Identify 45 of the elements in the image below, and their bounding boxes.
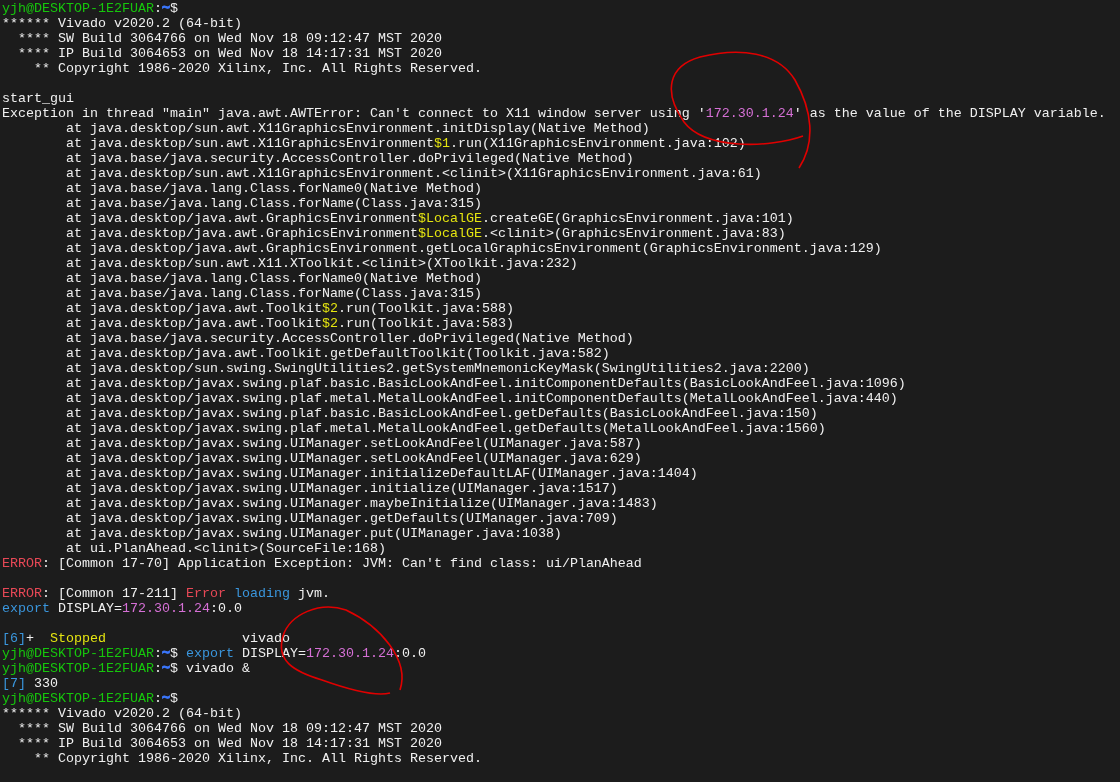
- terminal-line: ****** Vivado v2020.2 (64-bit): [2, 16, 242, 31]
- terminal-line: at java.desktop/javax.swing.UIManager.initialize(UIManager.java:1517): [65, 481, 618, 496]
- terminal-line: at java.base/java.lang.Class.forName(Class.java:315): [65, 286, 482, 301]
- terminal-line: ** Copyright 1986-2020 Xilinx, Inc. All Rights Reserved.: [33, 751, 482, 766]
- terminal-line: [7] 330: [2, 676, 58, 691]
- terminal-line: at java.desktop/javax.swing.UIManager.put(UIManager.java:1038): [65, 526, 562, 541]
- terminal-line: at java.desktop/sun.swing.SwingUtilities2.getSystemMnemonicKeyMask(SwingUtilities2.java:2200): [65, 361, 810, 376]
- terminal-line: **** IP Build 3064653 on Wed Nov 18 14:17:31 MST 2020: [17, 736, 442, 751]
- terminal-line: ERROR: [Common 17-211] Error loading jvm.: [2, 586, 330, 601]
- terminal-line: start_gui: [2, 91, 74, 106]
- terminal-line: yjh@DESKTOP-1E2FUAR:~$: [2, 1, 178, 16]
- terminal-line: **** SW Build 3064766 on Wed Nov 18 09:12:47 MST 2020: [17, 721, 442, 736]
- terminal-line: yjh@DESKTOP-1E2FUAR:~$ vivado &: [2, 661, 250, 676]
- terminal-line: at java.desktop/javax.swing.UIManager.getDefaults(UIManager.java:709): [65, 511, 618, 526]
- terminal-line: at java.desktop/sun.awt.X11GraphicsEnvironment.<clinit>(X11GraphicsEnvironment.java:61): [65, 166, 762, 181]
- terminal-line: at java.desktop/java.awt.Toolkit$2.run(Toolkit.java:588): [65, 301, 514, 316]
- terminal-line: at java.base/java.lang.Class.forName(Class.java:315): [65, 196, 482, 211]
- terminal-line: at java.desktop/javax.swing.UIManager.maybeInitialize(UIManager.java:1483): [65, 496, 658, 511]
- terminal-line: at java.desktop/javax.swing.UIManager.initializeDefaultLAF(UIManager.java:1404): [65, 466, 698, 481]
- terminal-line: at java.desktop/javax.swing.UIManager.setLookAndFeel(UIManager.java:587): [65, 436, 642, 451]
- terminal-line: at java.base/java.lang.Class.forName0(Native Method): [65, 181, 482, 196]
- terminal-line: at java.desktop/sun.awt.X11GraphicsEnvironment.initDisplay(Native Method): [65, 121, 650, 136]
- terminal-line: at java.desktop/sun.awt.X11.XToolkit.<clinit>(XToolkit.java:232): [65, 256, 578, 271]
- terminal-line: at java.desktop/java.awt.GraphicsEnvironment$LocalGE.<clinit>(GraphicsEnvironment.java:83): [65, 226, 786, 241]
- terminal-line: at java.desktop/javax.swing.plaf.basic.BasicLookAndFeel.getDefaults(BasicLookAndFeel.java:150): [65, 406, 818, 421]
- terminal-line: at java.desktop/javax.swing.plaf.metal.MetalLookAndFeel.getDefaults(MetalLookAndFeel.java:1560): [65, 421, 826, 436]
- terminal-line: yjh@DESKTOP-1E2FUAR:~$: [2, 691, 178, 706]
- terminal-line: export DISPLAY=172.30.1.24:0.0: [2, 601, 242, 616]
- terminal-line: at java.desktop/javax.swing.plaf.metal.MetalLookAndFeel.initComponentDefaults(MetalLookAndFeel.java:440): [65, 391, 898, 406]
- terminal-line: **** IP Build 3064653 on Wed Nov 18 14:17:31 MST 2020: [17, 46, 442, 61]
- terminal-line: at java.base/java.lang.Class.forName0(Native Method): [65, 271, 482, 286]
- terminal-line: at ui.PlanAhead.<clinit>(SourceFile:168): [65, 541, 386, 556]
- terminal-line: **** SW Build 3064766 on Wed Nov 18 09:12:47 MST 2020: [17, 31, 442, 46]
- terminal-line: at java.base/java.security.AccessController.doPrivileged(Native Method): [65, 151, 634, 166]
- terminal-line: at java.desktop/java.awt.Toolkit$2.run(Toolkit.java:583): [65, 316, 514, 331]
- terminal-line: at java.desktop/java.awt.GraphicsEnvironment$LocalGE.createGE(GraphicsEnvironment.java:101): [65, 211, 794, 226]
- terminal-line: at java.base/java.security.AccessController.doPrivileged(Native Method): [65, 331, 634, 346]
- terminal-line: ERROR: [Common 17-70] Application Exception: JVM: Can't find class: ui/PlanAhead: [2, 556, 642, 571]
- terminal-line: ** Copyright 1986-2020 Xilinx, Inc. All Rights Reserved.: [33, 61, 482, 76]
- terminal-line: at java.desktop/java.awt.Toolkit.getDefaultToolkit(Toolkit.java:582): [65, 346, 610, 361]
- terminal-line: at java.desktop/sun.awt.X11GraphicsEnvironment$1.run(X11GraphicsEnvironment.java:102): [65, 136, 746, 151]
- terminal-line: at java.desktop/javax.swing.plaf.basic.BasicLookAndFeel.initComponentDefaults(BasicLookAndFeel.java:1096): [65, 376, 906, 391]
- terminal-line: at java.desktop/javax.swing.UIManager.setLookAndFeel(UIManager.java:629): [65, 451, 642, 466]
- terminal-line: ****** Vivado v2020.2 (64-bit): [2, 706, 242, 721]
- terminal-line: at java.desktop/java.awt.GraphicsEnvironment.getLocalGraphicsEnvironment(GraphicsEnvironment.java:129): [65, 241, 882, 256]
